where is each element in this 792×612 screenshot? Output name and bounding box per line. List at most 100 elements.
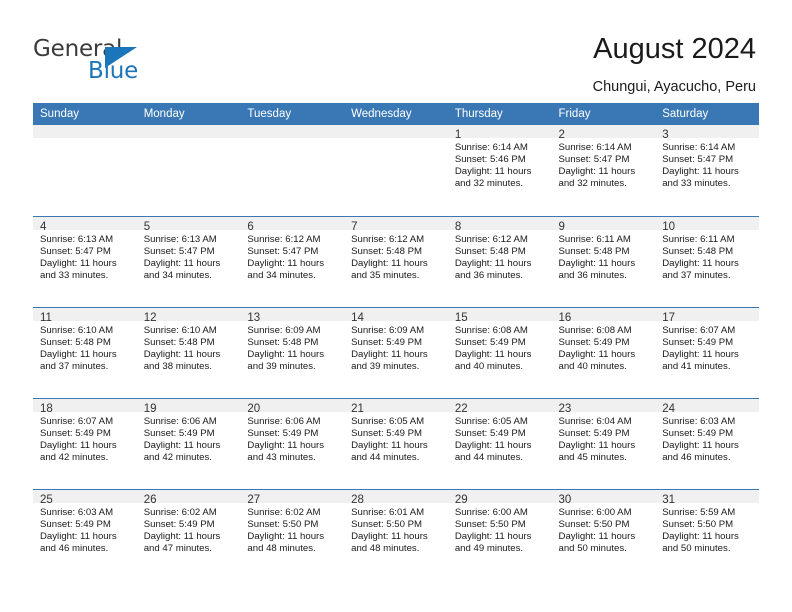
calendar-day-cell-empty (344, 125, 448, 216)
sunrise-text: Sunrise: 6:14 AM (454, 142, 528, 153)
day-details: Sunrise: 6:07 AM Sunset: 5:49 PM Daylight:… (33, 412, 137, 464)
day-number: 2 (551, 125, 656, 141)
sunset-text: Sunset: 5:49 PM (662, 427, 734, 439)
day-details: Sunrise: 6:13 AM Sunset: 5:47 PM Daylight:… (137, 230, 241, 282)
day-details: Sunrise: 6:14 AM Sunset: 5:46 PM Daylight:… (448, 138, 552, 190)
day-details: Sunrise: 6:13 AM Sunset: 5:47 PM Daylight:… (33, 230, 137, 282)
daylight-text: Daylight: 11 hours and 39 minutes. (351, 348, 428, 372)
day-number: 20 (240, 398, 345, 415)
sunrise-text: Sunrise: 6:08 AM (454, 324, 528, 336)
calendar-day-cell[interactable]: 25 Sunrise: 6:03 AM Sunset: 5:49 PM Dayligh… (33, 488, 137, 580)
sunset-text: Sunset: 5:47 PM (40, 245, 111, 257)
sunrise-text: Sunrise: 6:05 AM (454, 415, 528, 427)
sunrise-text: Sunrise: 6:03 AM (662, 415, 736, 427)
sunset-text: Sunset: 5:49 PM (558, 427, 630, 439)
calendar-day-cell[interactable]: 31 Sunrise: 5:59 AM Sunset: 5:50 PM Dayligh… (655, 488, 759, 580)
day-number: 23 (551, 398, 656, 415)
daylight-text: Daylight: 11 hours and 49 minutes. (454, 530, 532, 554)
sunrise-text: Sunrise: 6:00 AM (558, 506, 632, 518)
day-details: Sunrise: 5:59 AM Sunset: 5:50 PM Daylight:… (655, 503, 759, 555)
sunset-text: Sunset: 5:49 PM (40, 427, 111, 439)
day-number: 4 (33, 216, 137, 233)
daylight-text: Daylight: 11 hours and 50 minutes. (662, 530, 739, 554)
sunset-text: Sunset: 5:48 PM (143, 336, 215, 348)
calendar-day-cell[interactable]: 29 Sunrise: 6:00 AM Sunset: 5:50 PM Dayligh… (447, 488, 552, 580)
day-number: 3 (655, 125, 759, 141)
day-number: 14 (344, 307, 448, 324)
calendar-day-cell[interactable]: 23 Sunrise: 6:04 AM Sunset: 5:49 PM Dayligh… (551, 397, 656, 489)
calendar-day-cell[interactable]: 3 Sunrise: 6:14 AM Sunset: 5:47 PM Daylight… (655, 125, 759, 216)
calendar-week-row: 1 Sunrise: 6:14 AM Sunset: 5:46 PM Daylight… (33, 125, 759, 216)
day-number: 18 (33, 398, 137, 415)
calendar-day-cell[interactable]: 18 Sunrise: 6:07 AM Sunset: 5:49 PM Dayligh… (33, 397, 137, 489)
calendar-header-row: Sunday Monday Tuesday Wednesday Thursday Frid… (33, 103, 759, 125)
calendar-day-cell[interactable]: 5 Sunrise: 6:13 AM Sunset: 5:47 PM Daylight… (136, 215, 241, 307)
sunrise-text: Sunrise: 6:11 AM (662, 233, 735, 245)
sunset-text: Sunset: 5:48 PM (662, 245, 734, 257)
day-number: 12 (136, 307, 241, 324)
calendar-day-cell[interactable]: 27 Sunrise: 6:02 AM Sunset: 5:50 PM Dayligh… (240, 488, 345, 580)
calendar-day-cell[interactable]: 12 Sunrise: 6:10 AM Sunset: 5:48 PM Dayligh… (136, 306, 241, 398)
calendar-grid: Sunday Monday Tuesday Wednesday Thursday Frid… (33, 103, 759, 580)
calendar-day-cell[interactable]: 14 Sunrise: 6:09 AM Sunset: 5:49 PM Dayligh… (344, 306, 448, 398)
daylight-text: Daylight: 11 hours and 44 minutes. (454, 439, 532, 463)
day-details: Sunrise: 6:08 AM Sunset: 5:49 PM Daylight:… (552, 321, 656, 373)
day-details: Sunrise: 6:10 AM Sunset: 5:48 PM Daylight:… (33, 321, 137, 373)
sunset-text: Sunset: 5:49 PM (662, 336, 734, 348)
daylight-text: Daylight: 11 hours and 39 minutes. (247, 348, 325, 372)
sunrise-text: Sunrise: 6:03 AM (40, 506, 114, 518)
day-number: 10 (655, 216, 759, 233)
sunrise-text: Sunrise: 6:06 AM (143, 415, 217, 427)
calendar-day-cell[interactable]: 19 Sunrise: 6:06 AM Sunset: 5:49 PM Dayligh… (136, 397, 241, 489)
calendar-day-cell[interactable]: 17 Sunrise: 6:07 AM Sunset: 5:49 PM Dayligh… (655, 306, 759, 398)
daylight-text: Daylight: 11 hours and 32 minutes. (558, 166, 636, 190)
daylight-text: Daylight: 11 hours and 37 minutes. (40, 348, 117, 372)
day-number: 22 (447, 398, 552, 415)
sunrise-text: Sunrise: 6:06 AM (247, 415, 321, 427)
calendar-day-cell[interactable]: 8 Sunrise: 6:12 AM Sunset: 5:48 PM Daylight… (447, 215, 552, 307)
brand-logo[interactable]: General Blue (33, 36, 213, 88)
day-number: 7 (344, 216, 448, 233)
day-number (240, 125, 345, 138)
calendar-day-cell[interactable]: 6 Sunrise: 6:12 AM Sunset: 5:47 PM Daylight… (240, 215, 345, 307)
calendar-day-cell[interactable]: 22 Sunrise: 6:05 AM Sunset: 5:49 PM Dayligh… (447, 397, 552, 489)
calendar-day-cell[interactable]: 4 Sunrise: 6:13 AM Sunset: 5:47 PM Daylight… (33, 215, 137, 307)
calendar-day-cell[interactable]: 1 Sunrise: 6:14 AM Sunset: 5:46 PM Daylight… (447, 125, 552, 216)
calendar-table: Sunday Monday Tuesday Wednesday Thursday Frid… (33, 103, 759, 580)
calendar-day-cell[interactable]: 10 Sunrise: 6:11 AM Sunset: 5:48 PM Dayligh… (655, 215, 759, 307)
calendar-day-cell[interactable]: 28 Sunrise: 6:01 AM Sunset: 5:50 PM Dayligh… (344, 488, 448, 580)
calendar-day-cell[interactable]: 13 Sunrise: 6:09 AM Sunset: 5:48 PM Dayligh… (240, 306, 345, 398)
calendar-day-cell[interactable]: 26 Sunrise: 6:02 AM Sunset: 5:49 PM Dayligh… (136, 488, 241, 580)
day-number: 15 (447, 307, 552, 324)
day-details: Sunrise: 6:00 AM Sunset: 5:50 PM Daylight:… (552, 503, 656, 555)
calendar-day-cell[interactable]: 2 Sunrise: 6:14 AM Sunset: 5:47 PM Daylight… (551, 125, 656, 216)
day-details: Sunrise: 6:07 AM Sunset: 5:49 PM Daylight:… (655, 321, 759, 373)
sunrise-text: Sunrise: 6:08 AM (558, 324, 632, 336)
calendar-day-cell[interactable]: 30 Sunrise: 6:00 AM Sunset: 5:50 PM Dayligh… (551, 488, 656, 580)
sunset-text: Sunset: 5:49 PM (143, 518, 215, 530)
sunset-text: Sunset: 5:50 PM (351, 518, 423, 530)
day-details: Sunrise: 6:04 AM Sunset: 5:49 PM Daylight:… (552, 412, 656, 464)
brand-name-blue: Blue (88, 58, 139, 84)
calendar-day-cell[interactable]: 7 Sunrise: 6:12 AM Sunset: 5:48 PM Daylight… (344, 215, 448, 307)
calendar-day-cell[interactable]: 20 Sunrise: 6:06 AM Sunset: 5:49 PM Dayligh… (240, 397, 345, 489)
calendar-day-cell[interactable]: 16 Sunrise: 6:08 AM Sunset: 5:49 PM Dayligh… (551, 306, 656, 398)
calendar-day-cell[interactable]: 9 Sunrise: 6:11 AM Sunset: 5:48 PM Daylight… (551, 215, 656, 307)
calendar-day-cell[interactable]: 24 Sunrise: 6:03 AM Sunset: 5:49 PM Dayligh… (655, 397, 759, 489)
day-number (136, 125, 241, 138)
day-details: Sunrise: 6:05 AM Sunset: 5:49 PM Daylight:… (344, 412, 448, 464)
calendar-day-cell[interactable]: 21 Sunrise: 6:05 AM Sunset: 5:49 PM Dayligh… (344, 397, 448, 489)
calendar-day-cell[interactable]: 11 Sunrise: 6:10 AM Sunset: 5:48 PM Dayligh… (33, 306, 137, 398)
daylight-text: Daylight: 11 hours and 48 minutes. (247, 530, 325, 554)
sunset-text: Sunset: 5:50 PM (662, 518, 734, 530)
sunset-text: Sunset: 5:47 PM (558, 154, 630, 166)
sunrise-text: Sunrise: 5:59 AM (662, 506, 736, 518)
calendar-week-row: 25 Sunrise: 6:03 AM Sunset: 5:49 PM Dayligh… (33, 488, 759, 580)
sunset-text: Sunset: 5:49 PM (454, 427, 526, 439)
calendar-day-cell[interactable]: 15 Sunrise: 6:08 AM Sunset: 5:49 PM Dayligh… (447, 306, 552, 398)
weekday-header-friday: Friday (551, 103, 656, 125)
daylight-text: Daylight: 11 hours and 50 minutes. (558, 530, 636, 554)
daylight-text: Daylight: 11 hours and 36 minutes. (558, 257, 636, 281)
calendar-week-row: 4 Sunrise: 6:13 AM Sunset: 5:47 PM Daylight… (33, 215, 759, 307)
daylight-text: Daylight: 11 hours and 45 minutes. (558, 439, 636, 463)
